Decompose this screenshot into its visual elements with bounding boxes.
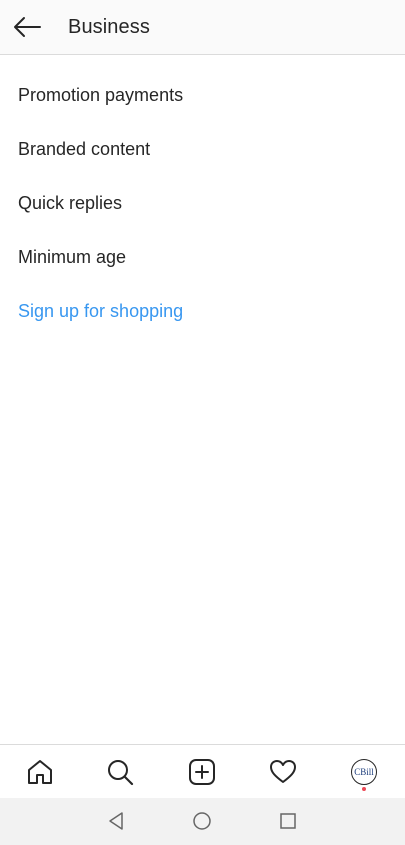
add-post-icon — [189, 759, 215, 785]
tab-new-post[interactable] — [182, 755, 222, 789]
home-icon — [28, 760, 52, 784]
tab-home[interactable] — [20, 755, 60, 789]
system-recents-button[interactable] — [273, 808, 303, 834]
tab-search[interactable] — [100, 755, 140, 789]
menu-item-branded-content[interactable]: Branded content — [0, 122, 405, 176]
sign-up-for-shopping-link[interactable]: Sign up for shopping — [0, 284, 405, 338]
back-button[interactable] — [8, 10, 46, 44]
tab-activity[interactable] — [263, 755, 303, 789]
heart-icon — [270, 760, 296, 783]
profile-avatar: CBill — [351, 759, 377, 785]
system-navigation-bar — [0, 798, 405, 845]
system-back-button[interactable] — [101, 808, 131, 834]
notification-dot — [362, 787, 366, 791]
page-title: Business — [68, 16, 150, 38]
back-triangle-icon — [109, 812, 123, 830]
system-home-button[interactable] — [187, 808, 217, 834]
arrow-left-icon — [14, 17, 41, 37]
search-icon — [108, 760, 134, 786]
recents-square-icon — [280, 813, 296, 829]
bottom-tab-bar: CBill — [0, 744, 405, 798]
tab-profile[interactable]: CBill — [344, 755, 384, 791]
home-circle-icon — [193, 812, 211, 830]
business-settings-list: Promotion payments Branded content Quick… — [0, 68, 405, 338]
menu-item-promotion-payments[interactable]: Promotion payments — [0, 68, 405, 122]
menu-item-quick-replies[interactable]: Quick replies — [0, 176, 405, 230]
menu-item-minimum-age[interactable]: Minimum age — [0, 230, 405, 284]
top-app-bar: Business — [0, 0, 405, 55]
